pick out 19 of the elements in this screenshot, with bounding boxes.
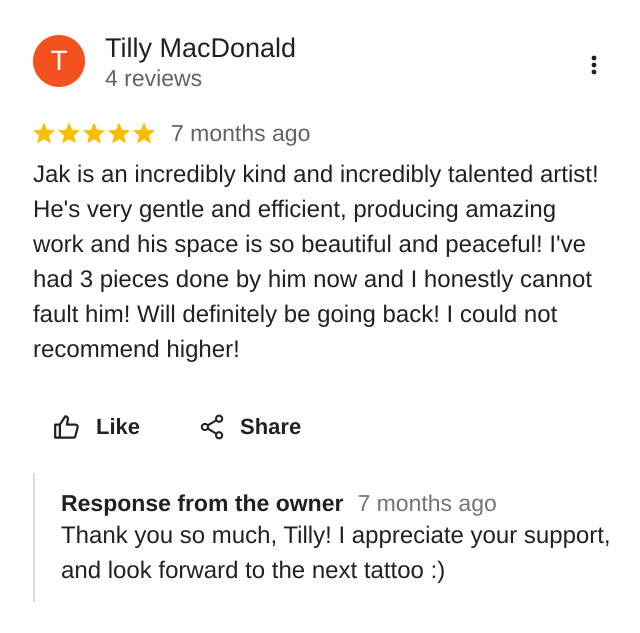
review-count: 4 reviews [105,64,204,93]
review-text: Jak is an incredibly kind and incredibly talented artist! He's very gentle and efficient, producing amazing work and his space is so beautiful and peaceful! I've had 3 pieces done by him now and I honestly cannot fault him! Will definitely be going back! I could not recommend higher! [33,160,600,365]
avatar-initial: T [50,44,68,78]
response-text: Thank you so much, Tilly! I appreciate your support, and look forward to the next tattoo :) [61,521,612,586]
more-options-icon [591,55,597,75]
star-icon [108,122,130,144]
response-title: Response from the owner [61,489,344,518]
star-icon [133,122,155,144]
response-time: 7 months ago [357,489,497,518]
more-options-button[interactable] [590,54,598,76]
share-icon [200,414,224,440]
star-icon [58,122,80,144]
author-name[interactable]: Tilly MacDonald [105,33,296,63]
thumbs-up-icon [54,415,80,439]
like-button[interactable]: Like [54,413,140,441]
share-button[interactable]: Share [200,413,302,441]
star-icon [83,122,105,144]
review-time: 7 months ago [171,120,310,146]
star-icon [33,122,55,144]
